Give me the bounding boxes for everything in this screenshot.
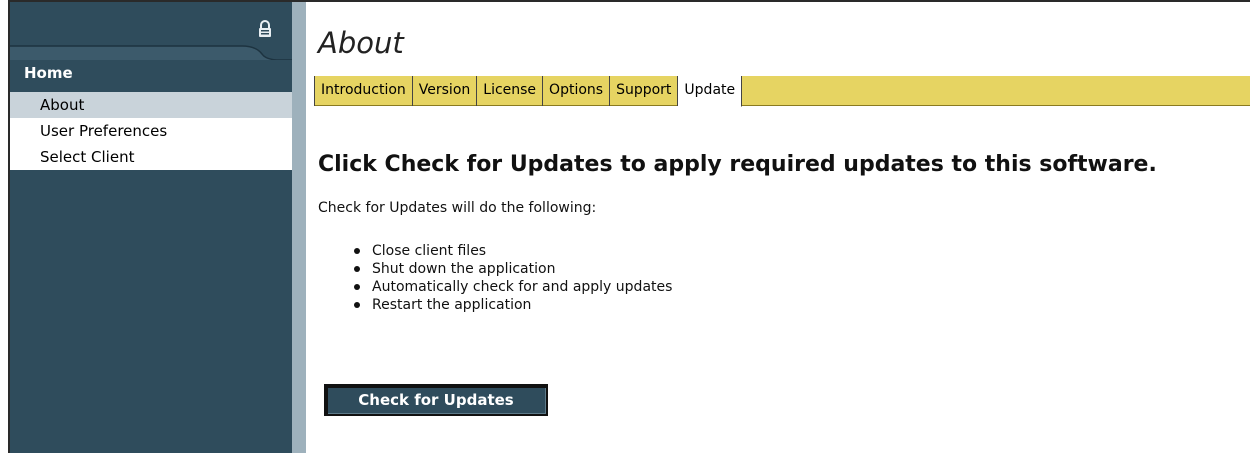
tab-version[interactable]: Version [413,76,478,106]
sidebar-nav: About User Preferences Select Client [10,92,292,170]
sidebar: Home About User Preferences Select Clien… [10,2,292,453]
sidebar-header-shape [10,45,292,60]
check-for-updates-button[interactable]: Check for Updates [324,384,548,416]
home-label[interactable]: Home [24,64,73,82]
page-title: About [318,26,404,60]
main-content: About Introduction Version License Optio… [306,2,1250,453]
sidebar-item-about[interactable]: About [10,92,292,118]
lock-icon[interactable] [258,20,272,38]
tab-introduction[interactable]: Introduction [314,76,413,106]
tab-update[interactable]: Update [678,76,743,107]
list-item: Restart the application [354,296,672,314]
update-heading: Click Check for Updates to apply require… [318,152,1157,177]
list-item: Close client files [354,242,672,260]
update-intro: Check for Updates will do the following: [318,200,597,216]
sidebar-item-user-preferences[interactable]: User Preferences [10,118,292,144]
tab-support[interactable]: Support [610,76,679,106]
pane-divider[interactable] [292,2,306,453]
list-item: Automatically check for and apply update… [354,278,672,296]
tab-license[interactable]: License [477,76,544,106]
list-item: Shut down the application [354,260,672,278]
window-frame-left [0,0,8,453]
tab-options[interactable]: Options [543,76,611,106]
sidebar-item-select-client[interactable]: Select Client [10,144,292,170]
tab-bar: Introduction Version License Options Sup… [314,76,1250,107]
update-steps-list: Close client files Shut down the applica… [354,242,672,314]
